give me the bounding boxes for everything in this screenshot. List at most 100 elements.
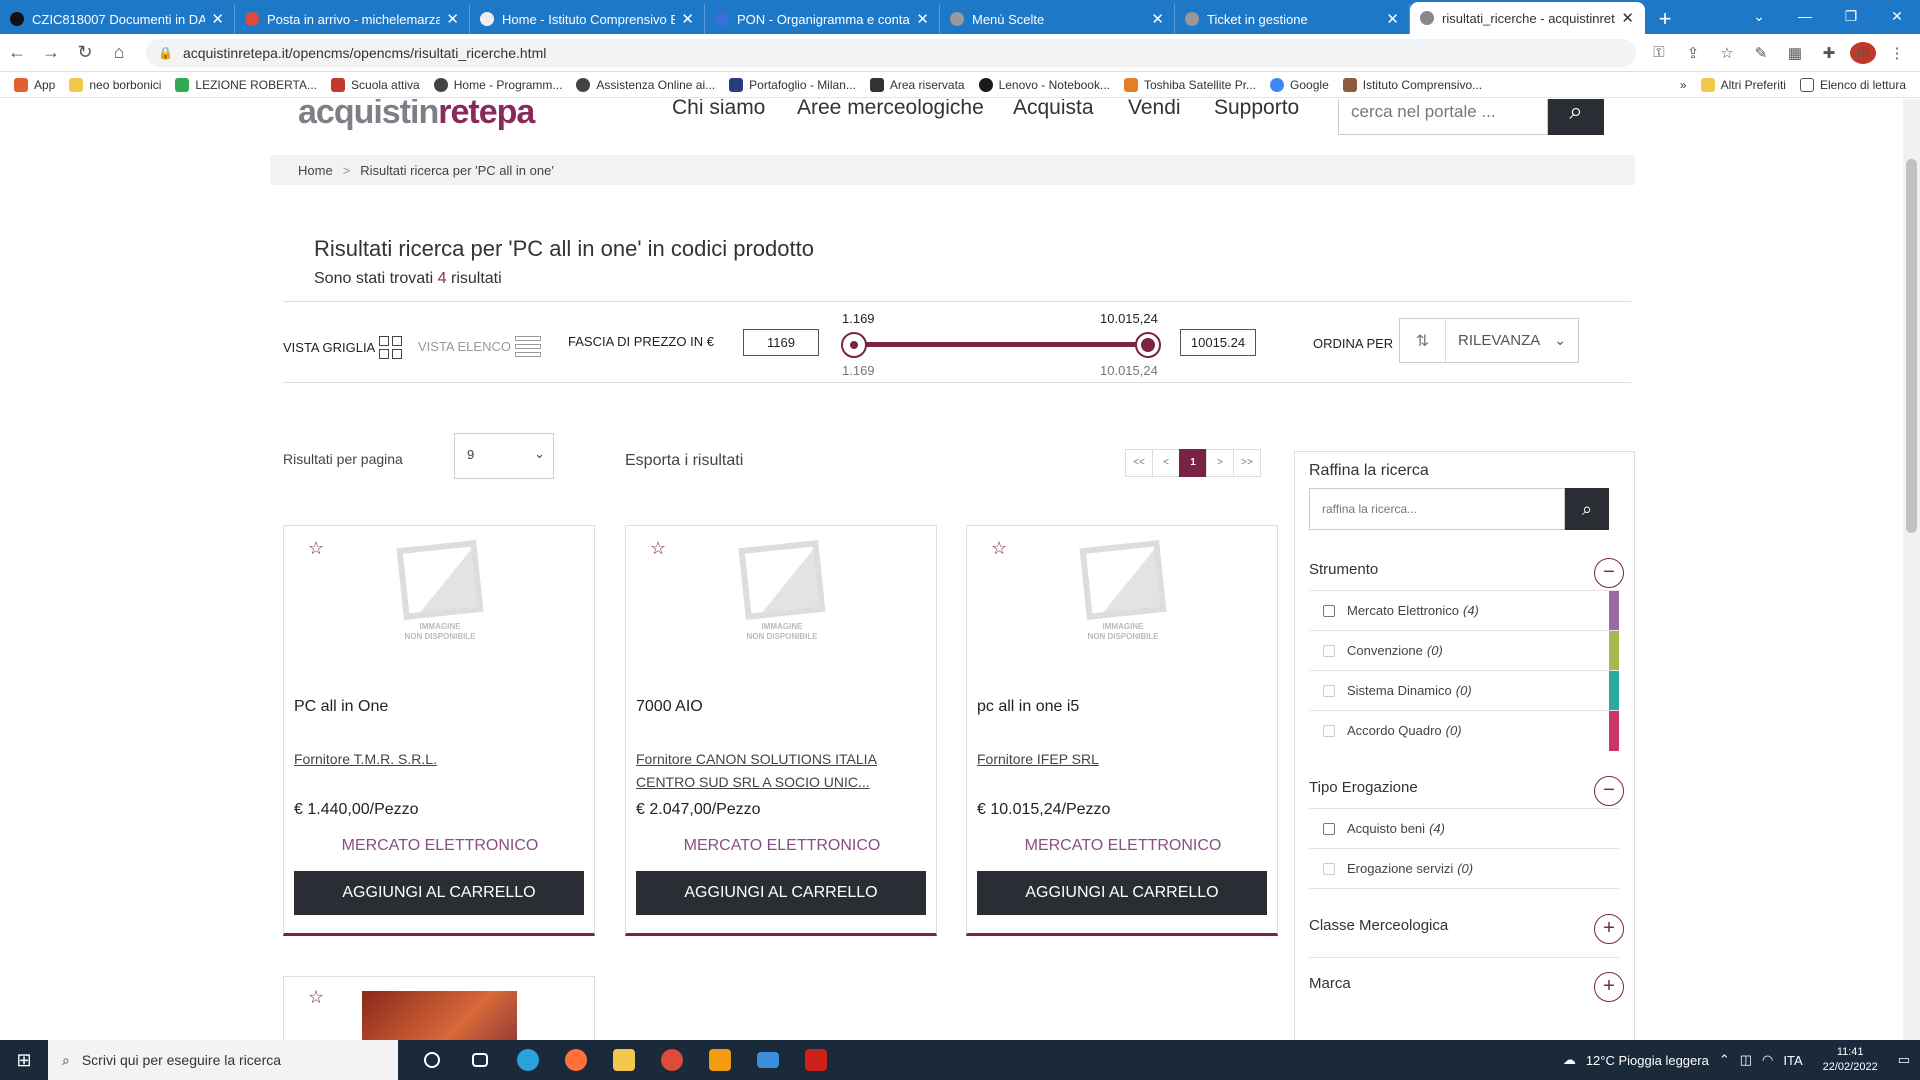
weather-text[interactable]: 12°C Pioggia leggera [1586, 1053, 1709, 1068]
grid-icon[interactable]: ▦ [1782, 44, 1808, 62]
bookmark-item[interactable]: neo borbonici [69, 77, 161, 92]
section-strumento[interactable]: Strumento [1309, 561, 1378, 578]
task-view-icon[interactable] [456, 1040, 504, 1080]
cortana-icon[interactable] [408, 1040, 456, 1080]
expand-plus-icon[interactable]: + [1594, 914, 1624, 944]
browser-tab[interactable]: Ticket in gestione ✕ [1175, 4, 1410, 34]
checkbox[interactable] [1323, 862, 1335, 875]
close-window-icon[interactable]: ✕ [1874, 0, 1920, 32]
product-title[interactable]: PC all in One [294, 698, 388, 716]
url-field[interactable]: 🔒 acquistinretepa.it/opencms/opencms/risu… [146, 38, 1636, 67]
bookmark-item[interactable]: Google [1270, 77, 1329, 92]
notifications-icon[interactable]: ▭ [1898, 1052, 1910, 1068]
key-icon[interactable]: ⚿ [1646, 44, 1672, 61]
puzzle-icon[interactable]: ✚ [1816, 44, 1842, 62]
bookmark-item[interactable]: Istituto Comprensivo... [1342, 77, 1482, 92]
scrollbar-thumb[interactable] [1906, 159, 1917, 533]
per-page-select[interactable]: 9 ⌄ [454, 433, 554, 479]
close-icon[interactable]: ✕ [1621, 9, 1634, 27]
expand-plus-icon[interactable]: + [1594, 972, 1624, 1002]
close-icon[interactable]: ✕ [211, 10, 224, 28]
add-to-cart-button[interactable]: AGGIUNGI AL CARRELLO [977, 871, 1267, 915]
bookmark-item[interactable]: Lenovo - Notebook... [978, 77, 1110, 92]
chevron-up-icon[interactable]: ⌃ [1719, 1052, 1730, 1068]
language-indicator[interactable]: ITA [1783, 1053, 1802, 1068]
export-results-link[interactable]: Esporta i risultati [625, 452, 743, 470]
order-select[interactable]: ⇅ RILEVANZA ⌄ [1399, 318, 1579, 363]
checkbox[interactable] [1323, 684, 1335, 697]
taskbar-search[interactable]: ⌕ Scrivi qui per eseguire la ricerca [48, 1040, 398, 1080]
bookmark-item[interactable]: Toshiba Satellite Pr... [1123, 77, 1256, 92]
price-slider-max-handle[interactable] [1135, 332, 1161, 358]
clock[interactable]: 11:41 22/02/2022 [1823, 1045, 1878, 1075]
supplier-link[interactable]: Fornitore CANON SOLUTIONS ITALIA CENTRO … [636, 748, 926, 794]
price-slider-min-handle[interactable] [841, 332, 867, 358]
new-tab-icon[interactable]: + [1645, 4, 1685, 34]
restore-icon[interactable]: ❐ [1828, 0, 1874, 32]
profile-avatar[interactable]: m [1850, 41, 1876, 64]
favorite-star-icon[interactable]: ☆ [308, 987, 324, 1008]
search-icon[interactable]: ⌕ [1548, 99, 1604, 135]
product-title[interactable]: pc all in one i5 [977, 698, 1079, 716]
checkbox[interactable] [1323, 604, 1335, 617]
filter-option[interactable]: Convenzione (0) [1309, 630, 1619, 671]
pager-last[interactable]: >> [1233, 449, 1261, 477]
browser-tab[interactable]: Home - Istituto Comprensivo Ba ✕ [470, 4, 705, 34]
close-icon[interactable]: ✕ [1386, 10, 1399, 28]
nav-chi-siamo[interactable]: Chi siamo [672, 99, 765, 120]
file-explorer-icon[interactable] [600, 1040, 648, 1080]
price-min-input[interactable]: 1169 [743, 329, 819, 356]
bookmark-item[interactable]: Scuola attiva [331, 77, 420, 92]
collapse-minus-icon[interactable]: − [1594, 558, 1624, 588]
filter-option[interactable]: Mercato Elettronico (4) [1309, 590, 1619, 631]
price-slider-track[interactable] [854, 342, 1148, 347]
pager-prev[interactable]: < [1152, 449, 1180, 477]
collapse-minus-icon[interactable]: − [1594, 776, 1624, 806]
page-scrollbar[interactable] [1903, 99, 1920, 1040]
minimize-icon[interactable]: — [1782, 0, 1828, 32]
filter-option[interactable]: Sistema Dinamico (0) [1309, 670, 1619, 711]
checkbox[interactable] [1323, 644, 1335, 657]
mail-icon[interactable] [744, 1040, 792, 1080]
checkbox[interactable] [1323, 724, 1335, 737]
bookmark-item[interactable]: Portafoglio - Milan... [729, 77, 856, 92]
bookmark-item[interactable]: Area riservata [869, 77, 965, 92]
reload-icon[interactable]: ↻ [68, 42, 102, 63]
section-tipo-erogazione[interactable]: Tipo Erogazione [1309, 779, 1418, 796]
pager-next[interactable]: > [1206, 449, 1234, 477]
search-icon[interactable]: ⌕ [1565, 488, 1609, 530]
checkbox[interactable] [1323, 822, 1335, 835]
product-title[interactable]: 7000 AIO [636, 698, 703, 716]
portal-search-input[interactable]: cerca nel portale ... [1338, 99, 1548, 135]
reading-list[interactable]: Elenco di lettura [1799, 77, 1906, 92]
close-icon[interactable]: ✕ [916, 10, 929, 28]
add-to-cart-button[interactable]: AGGIUNGI AL CARRELLO [294, 871, 584, 915]
pager-first[interactable]: << [1125, 449, 1153, 477]
firefox-icon[interactable] [552, 1040, 600, 1080]
favorite-star-icon[interactable]: ☆ [991, 538, 1007, 559]
bookmark-item[interactable]: Home - Programm... [433, 77, 562, 92]
section-marca[interactable]: Marca [1309, 975, 1351, 992]
list-view-toggle[interactable]: VISTA ELENCO [418, 336, 541, 357]
bookmark-item[interactable]: App [14, 77, 55, 92]
add-to-cart-button[interactable]: AGGIUNGI AL CARRELLO [636, 871, 926, 915]
product-image[interactable] [362, 991, 517, 1040]
nav-vendi[interactable]: Vendi [1128, 99, 1181, 120]
wifi-icon[interactable]: ◠ [1762, 1052, 1773, 1068]
refine-search-input[interactable]: raffina la ricerca... [1309, 488, 1565, 530]
nav-supporto[interactable]: Supporto [1214, 99, 1299, 120]
forward-icon[interactable]: → [34, 42, 68, 63]
windows-start-icon[interactable]: ⊞ [0, 1050, 48, 1071]
nav-acquista[interactable]: Acquista [1013, 99, 1094, 120]
filter-option[interactable]: Erogazione servizi (0) [1309, 848, 1619, 888]
more-bookmarks-icon[interactable]: » [1680, 78, 1687, 92]
supplier-link[interactable]: Fornitore T.M.R. S.R.L. [294, 748, 584, 771]
browser-tab[interactable]: PON - Organigramma e contatti ✕ [705, 4, 940, 34]
media-player-icon[interactable] [696, 1040, 744, 1080]
extension-icon[interactable]: ✎ [1748, 44, 1774, 62]
browser-tab-active[interactable]: risultati_ricerche - acquistinrete ✕ [1410, 2, 1645, 34]
weather-icon[interactable]: ☁ [1563, 1052, 1576, 1068]
browser-tab[interactable]: Posta in arrivo - michelemarzan ✕ [235, 4, 470, 34]
close-icon[interactable]: ✕ [446, 10, 459, 28]
nav-aree-merceologiche[interactable]: Aree merceologiche [797, 99, 984, 120]
